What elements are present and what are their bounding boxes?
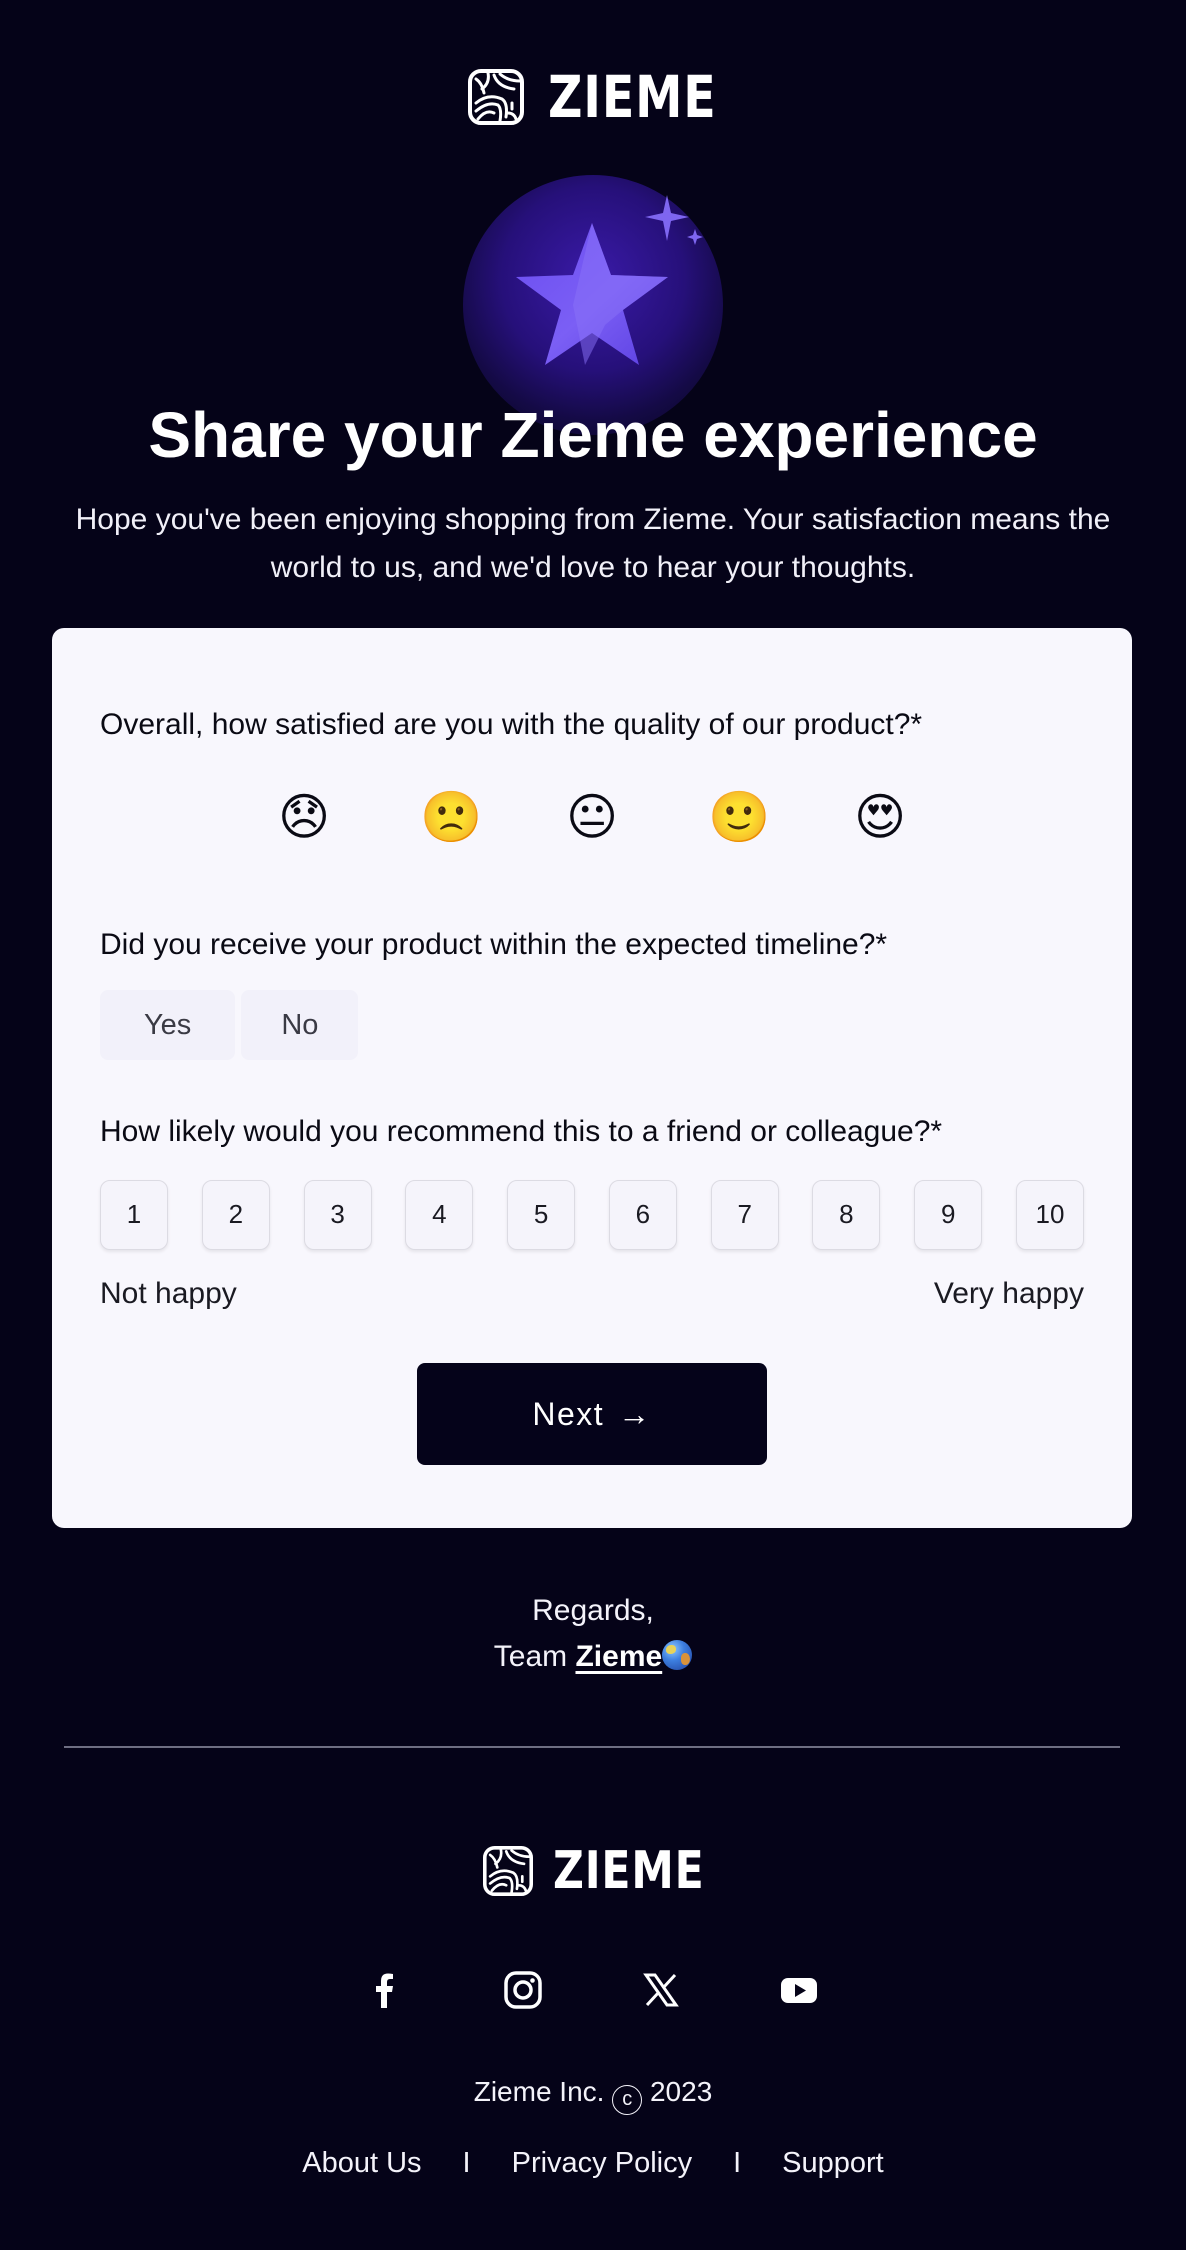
copyright-company: Zieme Inc.	[473, 2076, 605, 2107]
question-recommend: How likely would you recommend this to a…	[100, 1115, 943, 1148]
scale-option-2[interactable]: 2	[201, 1180, 270, 1250]
scale-option-5[interactable]: 5	[507, 1180, 576, 1250]
team-line: Team Zieme	[0, 1634, 1186, 1680]
copyright: Zieme Inc. c 2023	[0, 2072, 1186, 2115]
regards-text: Regards,	[532, 1594, 654, 1627]
heart-eyes-face-icon[interactable]: 😍	[852, 788, 908, 846]
x-twitter-icon[interactable]	[639, 1968, 683, 2012]
scale-option-3[interactable]: 3	[303, 1180, 372, 1250]
link-separator: I	[462, 2147, 471, 2179]
scale-option-6[interactable]: 6	[608, 1180, 677, 1250]
emoji-rating: 😞 🙁 😐 🙂 😍	[52, 788, 1132, 846]
privacy-policy-link[interactable]: Privacy Policy	[512, 2143, 693, 2183]
team-prefix: Team	[493, 1640, 568, 1673]
page-subtitle: Hope you've been enjoying shopping from …	[75, 503, 1111, 584]
brand-wordmark: ZIEME	[553, 1841, 705, 1901]
page-title: Share your Zieme experience	[148, 399, 1038, 471]
scale-option-8[interactable]: 8	[812, 1180, 881, 1250]
footer-links: About Us I Privacy Policy I Support	[0, 2143, 1186, 2183]
scale-labels: Not happy Very happy	[100, 1274, 1084, 1314]
scale-option-1[interactable]: 1	[100, 1180, 168, 1250]
team-zieme-link[interactable]: Zieme	[575, 1640, 662, 1673]
hero-illustration	[455, 165, 735, 435]
disappointed-face-icon[interactable]: 😞	[276, 788, 332, 846]
footer-logo[interactable]: ZIEME	[0, 1845, 1186, 1897]
yes-button[interactable]: Yes	[100, 990, 236, 1060]
copyright-symbol-icon: c	[612, 2085, 643, 2115]
scale-option-9[interactable]: 9	[914, 1180, 983, 1250]
scale-option-4[interactable]: 4	[405, 1180, 474, 1250]
question-timeline: Did you receive your product within the …	[100, 928, 888, 961]
slightly-frowning-face-icon[interactable]: 🙁	[420, 788, 482, 846]
slightly-smiling-face-icon[interactable]: 🙂	[708, 788, 770, 846]
next-button[interactable]: Next →	[417, 1363, 767, 1465]
youtube-icon[interactable]	[777, 1968, 821, 2012]
globe-icon	[662, 1640, 693, 1670]
survey-card: Overall, how satisfied are you with the …	[52, 628, 1132, 1528]
scale-min-label: Not happy	[100, 1277, 237, 1310]
support-link[interactable]: Support	[782, 2143, 884, 2183]
no-button[interactable]: No	[241, 990, 359, 1060]
zieme-logo-icon	[468, 69, 524, 125]
link-separator: I	[733, 2147, 742, 2179]
next-button-label: Next	[532, 1395, 605, 1432]
social-links	[0, 1968, 1186, 2012]
facebook-icon[interactable]	[362, 1968, 406, 2012]
arrow-right-icon: →	[618, 1395, 652, 1432]
scale-option-7[interactable]: 7	[710, 1180, 779, 1250]
instagram-icon[interactable]	[501, 1968, 545, 2012]
neutral-face-icon[interactable]: 😐	[564, 788, 620, 846]
header-logo[interactable]: ZIEME	[0, 66, 1186, 128]
brand-wordmark: ZIEME	[548, 63, 717, 131]
star-sparkle-icon	[516, 195, 703, 365]
question-satisfaction: Overall, how satisfied are you with the …	[100, 708, 923, 741]
signoff: Regards, Team Zieme	[0, 1588, 1186, 1680]
scale-option-10[interactable]: 10	[1016, 1180, 1084, 1250]
zieme-logo-icon	[483, 1846, 533, 1896]
recommend-scale: 1 2 3 4 5 6 7 8 9 10	[100, 1180, 1084, 1250]
footer-divider	[64, 1746, 1120, 1748]
yes-no-group: Yes No	[100, 990, 359, 1060]
copyright-year: 2023	[649, 2076, 713, 2107]
scale-max-label: Very happy	[933, 1277, 1084, 1310]
about-us-link[interactable]: About Us	[302, 2143, 421, 2183]
